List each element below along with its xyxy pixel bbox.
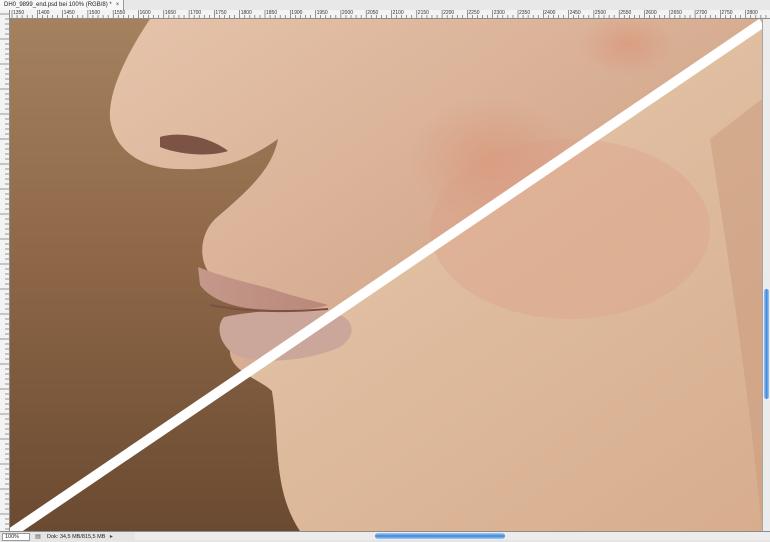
ruler-tick-label: 2600 xyxy=(645,10,657,16)
ruler-tick-label: 2050 xyxy=(367,10,379,16)
ruler-tick-label: 2350 xyxy=(519,10,531,16)
ruler-tick-label: 1800 xyxy=(240,10,252,16)
ruler-tick-label: 1700 xyxy=(190,10,202,16)
close-icon[interactable]: × xyxy=(116,2,120,8)
ruler-tick-label: 2700 xyxy=(696,10,708,16)
document-canvas[interactable] xyxy=(10,19,762,531)
ruler-tick-label: 2000 xyxy=(341,10,354,16)
ruler-tick-label: 2150 xyxy=(417,10,429,16)
horizontal-scroll-thumb[interactable] xyxy=(375,533,505,539)
ruler-tick-label: 1900 xyxy=(291,10,303,16)
document-size-info: Dok: 34,5 MB/815,5 MB xyxy=(47,534,106,540)
ruler-tick-label: 1750 xyxy=(215,10,227,16)
ruler-tick-label: 2800 xyxy=(746,10,758,16)
vertical-ruler[interactable] xyxy=(0,10,10,531)
document-tab-title: DH0_9899_end.psd bei 100% (RGB/8) * xyxy=(4,2,112,8)
ruler-tick-label: 2400 xyxy=(544,10,556,16)
ruler-tick-label: 1350 xyxy=(13,10,25,16)
document-tab[interactable]: DH0_9899_end.psd bei 100% (RGB/8) * × xyxy=(0,0,125,10)
ruler-tick-label: 1500 xyxy=(88,10,101,16)
ruler-tick-label: 1450 xyxy=(63,10,75,16)
ruler-tick-label: 1550 xyxy=(114,10,126,16)
ruler-tick-label: 1600 xyxy=(139,10,151,16)
ruler-tick-label: 2650 xyxy=(670,10,682,16)
ruler-ticks-left xyxy=(0,13,9,530)
ruler-tick-label: 1850 xyxy=(266,10,278,16)
zoom-field[interactable]: 100% xyxy=(2,533,30,541)
ruler-tick-label: 1400 xyxy=(38,10,50,16)
ruler-tick-label: 2550 xyxy=(620,10,632,16)
vertical-scrollbar[interactable] xyxy=(762,19,770,531)
ruler-tick-label: 2450 xyxy=(569,10,581,16)
ruler-tick-label: 2300 xyxy=(493,10,505,16)
ruler-tick-label: 1650 xyxy=(164,10,176,16)
horizontal-ruler[interactable]: 1350 1400 1450 1500 1550 1600 1650 1700 1750 1800… xyxy=(10,10,770,19)
vertical-scroll-thumb[interactable] xyxy=(764,289,769,399)
photo-image xyxy=(10,19,762,531)
ruler-tick-label: 2500 xyxy=(594,10,607,16)
ruler-tick-label: 2200 xyxy=(443,10,455,16)
ruler-tick-label: 2750 xyxy=(721,10,733,16)
ruler-tick-label: 2100 xyxy=(392,10,404,16)
status-menu-arrow-icon[interactable]: ▸ xyxy=(107,533,115,541)
document-info-icon[interactable]: ▤ xyxy=(33,533,43,541)
ruler-tick-label: 2250 xyxy=(468,10,480,16)
ruler-tick-label: 1950 xyxy=(316,10,328,16)
horizontal-scrollbar[interactable] xyxy=(135,532,770,540)
